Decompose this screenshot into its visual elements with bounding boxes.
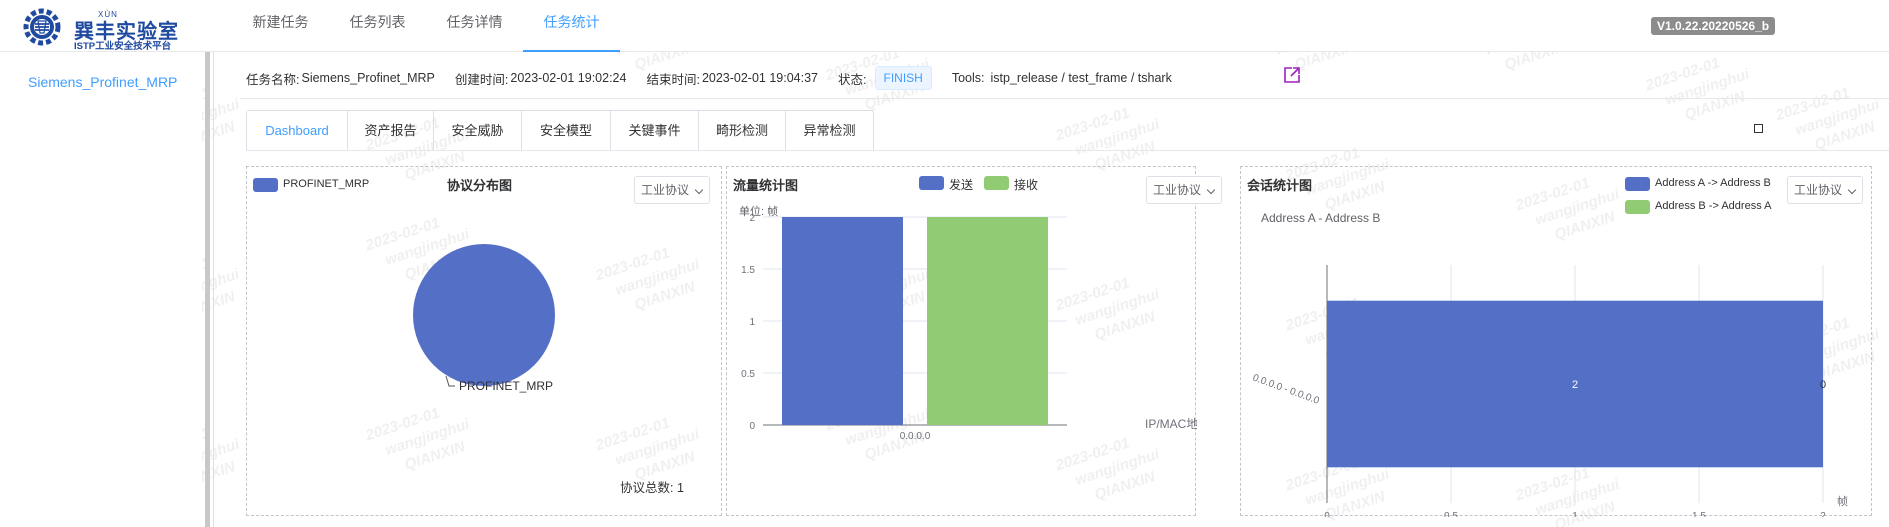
tab-malformed-detection[interactable]: 畸形检测 (698, 111, 785, 151)
version-badge: V1.0.22.20220526_b (1651, 17, 1776, 35)
tab-dashboard[interactable]: Dashboard (247, 111, 347, 151)
traffic-bar-chart: 0 0.5 1 1.5 2 2 2 0.0.0.0 IP/MAC地址 (741, 213, 1197, 442)
protocol-pie-chart: PROFINET_MRP (413, 244, 555, 393)
traffic-type-select[interactable]: 工业协议 (1146, 176, 1222, 204)
traffic-chart-title: 流量统计图 (733, 178, 799, 193)
end-time-value: 2023-02-01 19:04:37 (701, 71, 819, 85)
y-tick-label-1: 0.5 (741, 369, 755, 380)
protocol-chart-title: 协议分布图 (447, 178, 513, 193)
x-axis-name: IP/MAC地址 (1145, 417, 1197, 431)
stats-tabs: Dashboard 资产报告 安全威胁 安全模型 关键事件 畸形检测 异常检测 (246, 110, 874, 151)
watermark-line: wangjinghui (1073, 115, 1162, 159)
legend-swatch-receive[interactable] (984, 176, 1009, 190)
created-time-value: 2023-02-01 19:02:24 (510, 71, 627, 85)
task-info-bar: 任务名称: Siemens_Profinet_MRP 创建时间: 2023-02… (246, 66, 1172, 90)
legend-swatch-profinet[interactable] (253, 178, 278, 192)
session-bar-chart: 0 0.5 1 1.5 2 2 0 0.0.0.0 - 0.0.0.0 帧 (1251, 265, 1848, 517)
watermark-line: wangjinghui (1793, 95, 1882, 139)
y-tick-label-3: 1.5 (741, 265, 755, 276)
task-name-value: Siemens_Profinet_MRP (301, 71, 435, 85)
end-time-label: 结束时间: (646, 72, 700, 87)
legend-swatch-send[interactable] (919, 176, 944, 190)
watermark-line: 2023-02-01 (1643, 54, 1722, 95)
x-axis-name: 帧 (1837, 494, 1848, 508)
watermark-line: 2023-02-01 (1773, 84, 1852, 125)
protocol-total-value: 1 (676, 481, 684, 495)
tools-value: istp_release / test_frame / tshark (990, 71, 1172, 85)
gear-logo-icon (23, 8, 61, 46)
legend-label-send[interactable]: 发送 (949, 176, 973, 193)
nav-task-list[interactable]: 任务列表 (329, 0, 426, 52)
pie-slice-0 (413, 244, 555, 386)
brand-logo[interactable]: XÙN 巽丰实验室 ISTP工业安全技术平台 (20, 6, 190, 52)
x-tick-label-4: 2 (1820, 511, 1826, 517)
created-time-label: 创建时间: (454, 72, 509, 87)
top-header: XÙN 巽丰实验室 ISTP工业安全技术平台 新建任务 任务列表 任务详情 任务… (0, 0, 1889, 52)
chevron-down-icon (694, 185, 704, 195)
tab-anomaly-detection[interactable]: 异常检测 (785, 111, 873, 151)
bar-1-0 (927, 217, 1048, 425)
watermark-line: QIANXIN (1682, 88, 1748, 124)
chevron-down-icon (1206, 185, 1216, 195)
traffic-type-select-value: 工业协议 (1153, 183, 1202, 197)
protocol-total: 协议总数: 1 (620, 477, 684, 496)
bar-data-label-0-0: 2 (840, 213, 845, 214)
tab-key-events[interactable]: 关键事件 (610, 111, 698, 151)
watermark-line: 2023-02-01 (1053, 104, 1132, 145)
tab-security-threat[interactable]: 安全威胁 (433, 111, 521, 151)
sidebar: Siemens_Profinet_MRP (0, 52, 202, 527)
y-tick-label-2: 1 (749, 317, 755, 328)
status-badge: FINISH (874, 66, 932, 90)
sidebar-divider (213, 52, 214, 527)
x-tick-label-2: 1 (1572, 511, 1578, 517)
main-nav: 新建任务 任务列表 任务详情 任务统计 (232, 0, 620, 52)
tab-security-model[interactable]: 安全模型 (521, 111, 610, 151)
x-tick-label-0: 0.0.0.0 (900, 431, 931, 442)
protocol-type-select-value: 工业协议 (641, 183, 690, 197)
watermark-text: 2023-02-01wangjinghuiQIANXIN (1643, 46, 1758, 134)
legend-label-profinet[interactable]: PROFINET_MRP (283, 178, 369, 190)
sidebar-resize-handle[interactable] (205, 52, 210, 527)
pie-label-0: PROFINET_MRP (459, 379, 553, 393)
nav-task-stats[interactable]: 任务统计 (523, 0, 620, 52)
logo-subtitle: ISTP工业安全技术平台 (74, 41, 172, 52)
external-link-icon[interactable] (1283, 66, 1301, 84)
legend-label-receive[interactable]: 接收 (1014, 176, 1038, 193)
y-tick-label-4: 2 (749, 213, 755, 224)
session-stats-panel: 会话统计图 Address A - Address B Address A ->… (1240, 166, 1872, 517)
info-divider (240, 98, 1889, 99)
sidebar-item-task[interactable]: Siemens_Profinet_MRP (28, 74, 177, 90)
fullscreen-icon[interactable] (1754, 124, 1763, 133)
task-name-label: 任务名称: (246, 72, 300, 87)
hbar-data-label-1-0: 0 (1820, 379, 1826, 391)
y-tick-label-0: 0.0.0.0 - 0.0.0.0 (1251, 373, 1321, 407)
tab-asset-report[interactable]: 资产报告 (347, 111, 433, 151)
status-label: 状态: (838, 72, 867, 87)
traffic-stats-panel: 流量统计图 发送 接收 工业协议 单位: 帧 00.511.52220.0.0.… (726, 166, 1222, 516)
protocol-total-label: 协议总数: (620, 481, 674, 495)
protocol-distribution-panel: PROFINET_MRP 协议分布图 工业协议 PROFINET_MRP 协议总… (246, 166, 722, 516)
watermark-line: wangjinghui (1663, 65, 1752, 109)
y-tick-label-0: 0 (749, 421, 755, 432)
hbar-data-label-0-0: 2 (1572, 379, 1578, 391)
tools-label: Tools: (951, 71, 985, 85)
x-tick-label-3: 1.5 (1692, 511, 1706, 517)
x-tick-label-1: 0.5 (1444, 511, 1458, 517)
tabs-divider (246, 150, 1889, 151)
x-tick-label-0: 0 (1324, 511, 1330, 517)
bar-0-0 (782, 217, 903, 425)
bar-data-label-1-0: 2 (985, 213, 990, 214)
nav-new-task[interactable]: 新建任务 (232, 0, 329, 52)
nav-task-detail[interactable]: 任务详情 (426, 0, 523, 52)
